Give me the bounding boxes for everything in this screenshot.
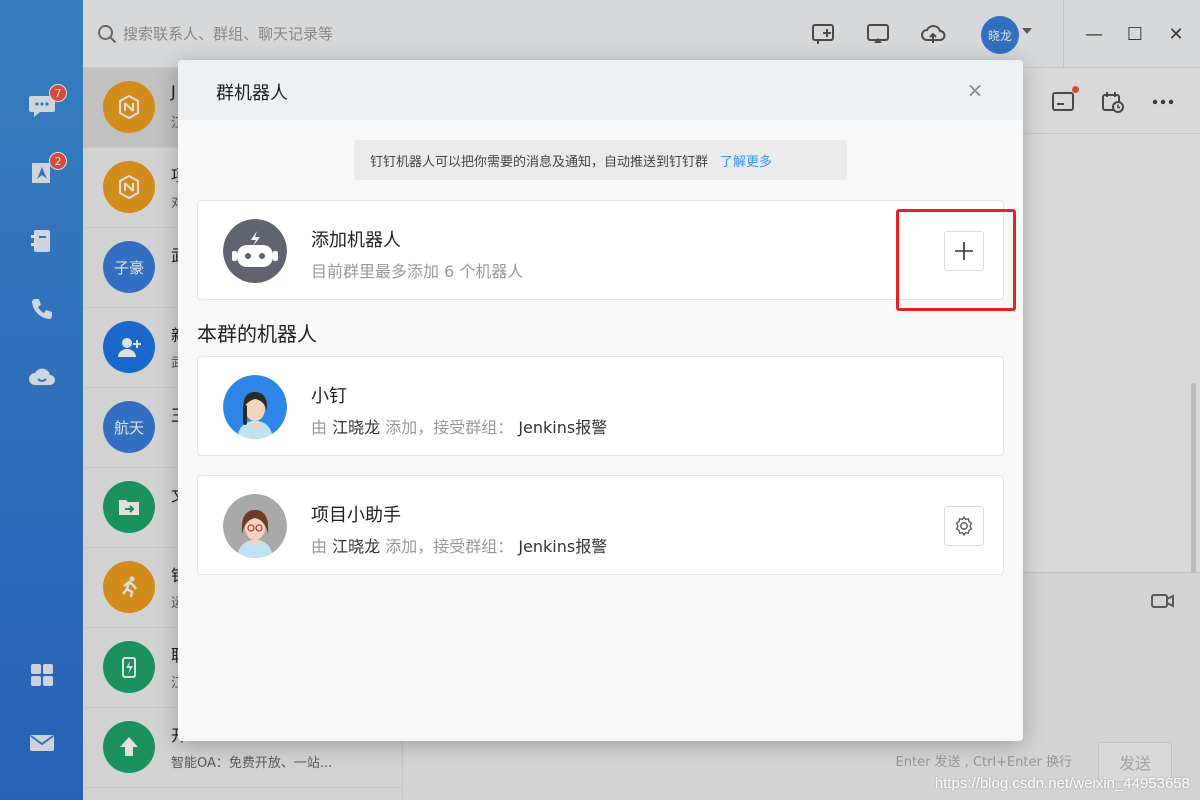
- robot-card[interactable]: 项目小助手 由 江晓龙 添加，接受群组： Jenkins报警: [197, 475, 1004, 575]
- meta-group: Jenkins报警: [518, 537, 608, 556]
- dialog-header: 群机器人 ×: [178, 60, 1023, 120]
- meta-adder: 江晓龙: [332, 418, 381, 437]
- robot-name: 项目小助手: [311, 505, 401, 526]
- meta-adder: 江晓龙: [332, 537, 381, 556]
- robot-meta: 由 江晓龙 添加，接受群组： Jenkins报警: [311, 533, 607, 557]
- meta-group: Jenkins报警: [518, 418, 608, 437]
- close-icon[interactable]: ×: [963, 78, 987, 102]
- add-robot-limit: 目前群里最多添加 6 个机器人: [311, 262, 524, 281]
- gear-icon: [955, 515, 973, 537]
- group-robot-dialog: 群机器人 × 钉钉机器人可以把你需要的消息及通知，自动推送到钉钉群 了解更多 添…: [178, 60, 1023, 741]
- meta-by: 由: [311, 418, 328, 437]
- robot-avatar: [223, 375, 287, 439]
- meta-mid: 添加，接受群组：: [385, 537, 514, 556]
- meta-mid: 添加，接受群组：: [385, 418, 514, 437]
- learn-more-link[interactable]: 了解更多: [720, 151, 772, 170]
- dialog-title: 群机器人: [216, 83, 288, 104]
- robot-info-tip: 钉钉机器人可以把你需要的消息及通知，自动推送到钉钉群 了解更多: [354, 140, 847, 180]
- robot-settings-button[interactable]: [944, 506, 984, 546]
- add-robot-title: 添加机器人: [311, 230, 401, 251]
- annotation-highlight-box: [896, 209, 1016, 311]
- robot-icon: [223, 219, 287, 283]
- watermark-url: https://blog.csdn.net/weixin_44953658: [934, 775, 1190, 792]
- robot-name: 小钉: [311, 386, 347, 407]
- add-robot-card[interactable]: 添加机器人 目前群里最多添加 6 个机器人: [197, 200, 1004, 300]
- robot-avatar: [223, 494, 287, 558]
- meta-by: 由: [311, 537, 328, 556]
- group-robots-heading: 本群的机器人: [197, 322, 317, 346]
- robot-meta: 由 江晓龙 添加，接受群组： Jenkins报警: [311, 414, 607, 438]
- tip-text: 钉钉机器人可以把你需要的消息及通知，自动推送到钉钉群: [370, 154, 709, 170]
- robot-card[interactable]: 小钉 由 江晓龙 添加，接受群组： Jenkins报警: [197, 356, 1004, 456]
